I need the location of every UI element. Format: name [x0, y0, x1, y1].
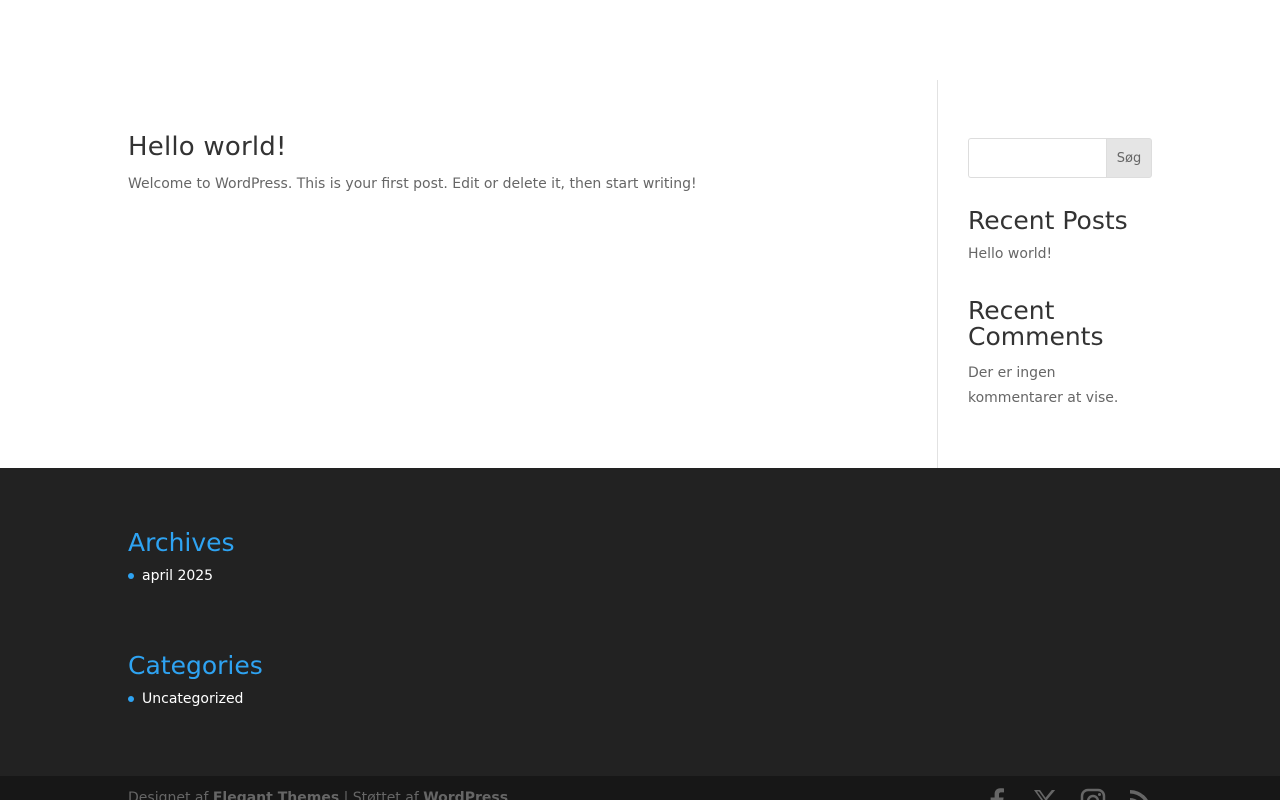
- archive-list-item: april 2025: [128, 568, 213, 584]
- category-link[interactable]: Uncategorized: [142, 691, 243, 707]
- theme-credit-link[interactable]: Elegant Themes: [213, 790, 339, 800]
- categories-title: Categories: [128, 651, 263, 680]
- content-column: Hello world! Welcome to WordPress. This …: [128, 80, 937, 468]
- search-form: Søg: [968, 138, 1152, 178]
- search-button[interactable]: Søg: [1106, 138, 1152, 178]
- footer-bottom-bar: Designet af Elegant Themes | Støttet af …: [0, 776, 1280, 800]
- bullet-icon: [128, 573, 134, 579]
- recent-post-link[interactable]: Hello world!: [968, 246, 1052, 262]
- search-input[interactable]: [968, 138, 1106, 178]
- recent-posts-title: Recent Posts: [968, 206, 1128, 235]
- footer-widgets: Archives april 2025 Categories Uncategor…: [0, 468, 1280, 776]
- category-list-item: Uncategorized: [128, 691, 243, 707]
- footer-credits: Designet af Elegant Themes | Støttet af …: [128, 790, 508, 800]
- post-title[interactable]: Hello world!: [128, 132, 287, 162]
- facebook-icon[interactable]: [984, 788, 1010, 800]
- x-icon[interactable]: [1032, 788, 1058, 800]
- sidebar: Søg Recent Posts Hello world! Recent Com…: [968, 80, 1152, 468]
- post-excerpt: Welcome to WordPress. This is your first…: [128, 176, 697, 192]
- archives-title: Archives: [128, 528, 235, 557]
- credits-separator: | Støttet af: [339, 790, 419, 800]
- main-area: Hello world! Welcome to WordPress. This …: [0, 80, 1280, 468]
- platform-credit-link[interactable]: WordPress: [423, 790, 508, 800]
- social-icons: [984, 788, 1154, 800]
- sidebar-divider: [937, 80, 938, 468]
- no-comments-text: Der er ingen kommentarer at vise.: [968, 365, 1119, 406]
- archive-link[interactable]: april 2025: [142, 568, 213, 584]
- rss-icon[interactable]: [1128, 788, 1154, 800]
- credits-prefix: Designet af: [128, 790, 209, 800]
- bullet-icon: [128, 696, 134, 702]
- instagram-icon[interactable]: [1080, 788, 1106, 800]
- recent-comments-title: Recent Comments: [968, 296, 1104, 351]
- site-header: [0, 0, 1280, 80]
